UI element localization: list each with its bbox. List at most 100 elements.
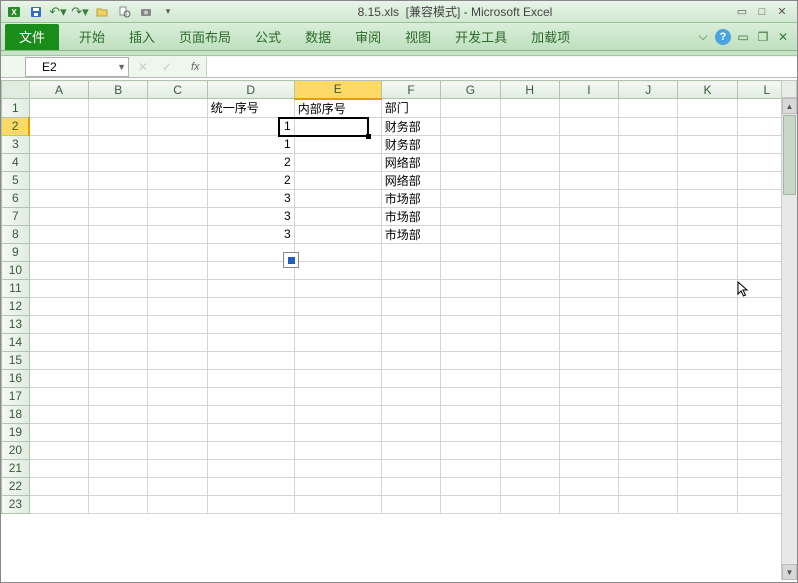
cell-H11[interactable] <box>500 279 559 297</box>
row-header-12[interactable]: 12 <box>2 297 30 315</box>
cell-D23[interactable] <box>207 495 294 513</box>
cell-I11[interactable] <box>559 279 618 297</box>
cell-A15[interactable] <box>29 351 88 369</box>
cell-C15[interactable] <box>148 351 207 369</box>
cell-F20[interactable] <box>381 441 440 459</box>
file-tab[interactable]: 文件 <box>5 24 59 50</box>
camera-icon[interactable] <box>137 3 155 21</box>
cell-K5[interactable] <box>678 171 737 189</box>
cell-A14[interactable] <box>29 333 88 351</box>
cell-I7[interactable] <box>559 207 618 225</box>
cell-C23[interactable] <box>148 495 207 513</box>
cell-H4[interactable] <box>500 153 559 171</box>
cell-H5[interactable] <box>500 171 559 189</box>
cell-J10[interactable] <box>619 261 678 279</box>
col-header-A[interactable]: A <box>29 81 88 99</box>
cell-B9[interactable] <box>89 243 148 261</box>
row-header-7[interactable]: 7 <box>2 207 30 225</box>
cell-A1[interactable] <box>29 99 88 118</box>
row-header-17[interactable]: 17 <box>2 387 30 405</box>
cell-A23[interactable] <box>29 495 88 513</box>
cell-F11[interactable] <box>381 279 440 297</box>
cell-H2[interactable] <box>500 117 559 135</box>
cell-E13[interactable] <box>294 315 381 333</box>
cell-E16[interactable] <box>294 369 381 387</box>
cell-D7[interactable]: 3 <box>207 207 294 225</box>
cell-I20[interactable] <box>559 441 618 459</box>
cell-A6[interactable] <box>29 189 88 207</box>
help-icon[interactable]: ? <box>715 29 731 45</box>
doc-minimize-icon[interactable]: ▭ <box>735 29 751 45</box>
col-header-E[interactable]: E <box>294 81 381 99</box>
cell-H23[interactable] <box>500 495 559 513</box>
cell-E11[interactable] <box>294 279 381 297</box>
cell-B8[interactable] <box>89 225 148 243</box>
col-header-K[interactable]: K <box>678 81 737 99</box>
cell-A9[interactable] <box>29 243 88 261</box>
cell-A8[interactable] <box>29 225 88 243</box>
cell-J2[interactable] <box>619 117 678 135</box>
cell-C22[interactable] <box>148 477 207 495</box>
cell-I8[interactable] <box>559 225 618 243</box>
row-header-6[interactable]: 6 <box>2 189 30 207</box>
row-header-4[interactable]: 4 <box>2 153 30 171</box>
cell-E21[interactable] <box>294 459 381 477</box>
cell-D16[interactable] <box>207 369 294 387</box>
cell-F10[interactable] <box>381 261 440 279</box>
cell-G8[interactable] <box>441 225 500 243</box>
row-header-1[interactable]: 1 <box>2 99 30 118</box>
col-header-J[interactable]: J <box>619 81 678 99</box>
cell-A13[interactable] <box>29 315 88 333</box>
cell-E10[interactable] <box>294 261 381 279</box>
cell-F2[interactable]: 财务部 <box>381 117 440 135</box>
cell-F23[interactable] <box>381 495 440 513</box>
tab-formulas[interactable]: 公式 <box>243 23 293 51</box>
row-header-16[interactable]: 16 <box>2 369 30 387</box>
cell-B2[interactable] <box>89 117 148 135</box>
cell-J7[interactable] <box>619 207 678 225</box>
cell-B19[interactable] <box>89 423 148 441</box>
tab-addins[interactable]: 加载项 <box>519 23 582 51</box>
cell-C1[interactable] <box>148 99 207 118</box>
print-preview-icon[interactable] <box>115 3 133 21</box>
cell-C9[interactable] <box>148 243 207 261</box>
cell-J16[interactable] <box>619 369 678 387</box>
cell-J1[interactable] <box>619 99 678 118</box>
cell-E17[interactable] <box>294 387 381 405</box>
cell-B15[interactable] <box>89 351 148 369</box>
cell-G19[interactable] <box>441 423 500 441</box>
cell-G11[interactable] <box>441 279 500 297</box>
col-header-B[interactable]: B <box>89 81 148 99</box>
cell-A20[interactable] <box>29 441 88 459</box>
cell-K9[interactable] <box>678 243 737 261</box>
cell-B10[interactable] <box>89 261 148 279</box>
cell-I15[interactable] <box>559 351 618 369</box>
cell-K10[interactable] <box>678 261 737 279</box>
cell-A7[interactable] <box>29 207 88 225</box>
cell-B18[interactable] <box>89 405 148 423</box>
cell-J14[interactable] <box>619 333 678 351</box>
cell-D15[interactable] <box>207 351 294 369</box>
cell-K12[interactable] <box>678 297 737 315</box>
row-header-8[interactable]: 8 <box>2 225 30 243</box>
row-header-18[interactable]: 18 <box>2 405 30 423</box>
cell-G23[interactable] <box>441 495 500 513</box>
vertical-scrollbar[interactable]: ▲ ▼ <box>781 98 797 580</box>
cell-K3[interactable] <box>678 135 737 153</box>
row-header-3[interactable]: 3 <box>2 135 30 153</box>
cell-G18[interactable] <box>441 405 500 423</box>
formula-input[interactable] <box>206 57 797 77</box>
col-header-G[interactable]: G <box>441 81 500 99</box>
spreadsheet-grid[interactable]: ABCDEFGHIJKL 1统一序号内部序号部门21财务部31财务部42网络部5… <box>1 80 797 514</box>
cell-G17[interactable] <box>441 387 500 405</box>
undo-icon[interactable]: ↶▾ <box>49 3 67 21</box>
cell-B16[interactable] <box>89 369 148 387</box>
cell-J3[interactable] <box>619 135 678 153</box>
cell-F18[interactable] <box>381 405 440 423</box>
cell-A22[interactable] <box>29 477 88 495</box>
cell-A10[interactable] <box>29 261 88 279</box>
cell-F16[interactable] <box>381 369 440 387</box>
cell-G7[interactable] <box>441 207 500 225</box>
cell-K7[interactable] <box>678 207 737 225</box>
cell-I5[interactable] <box>559 171 618 189</box>
